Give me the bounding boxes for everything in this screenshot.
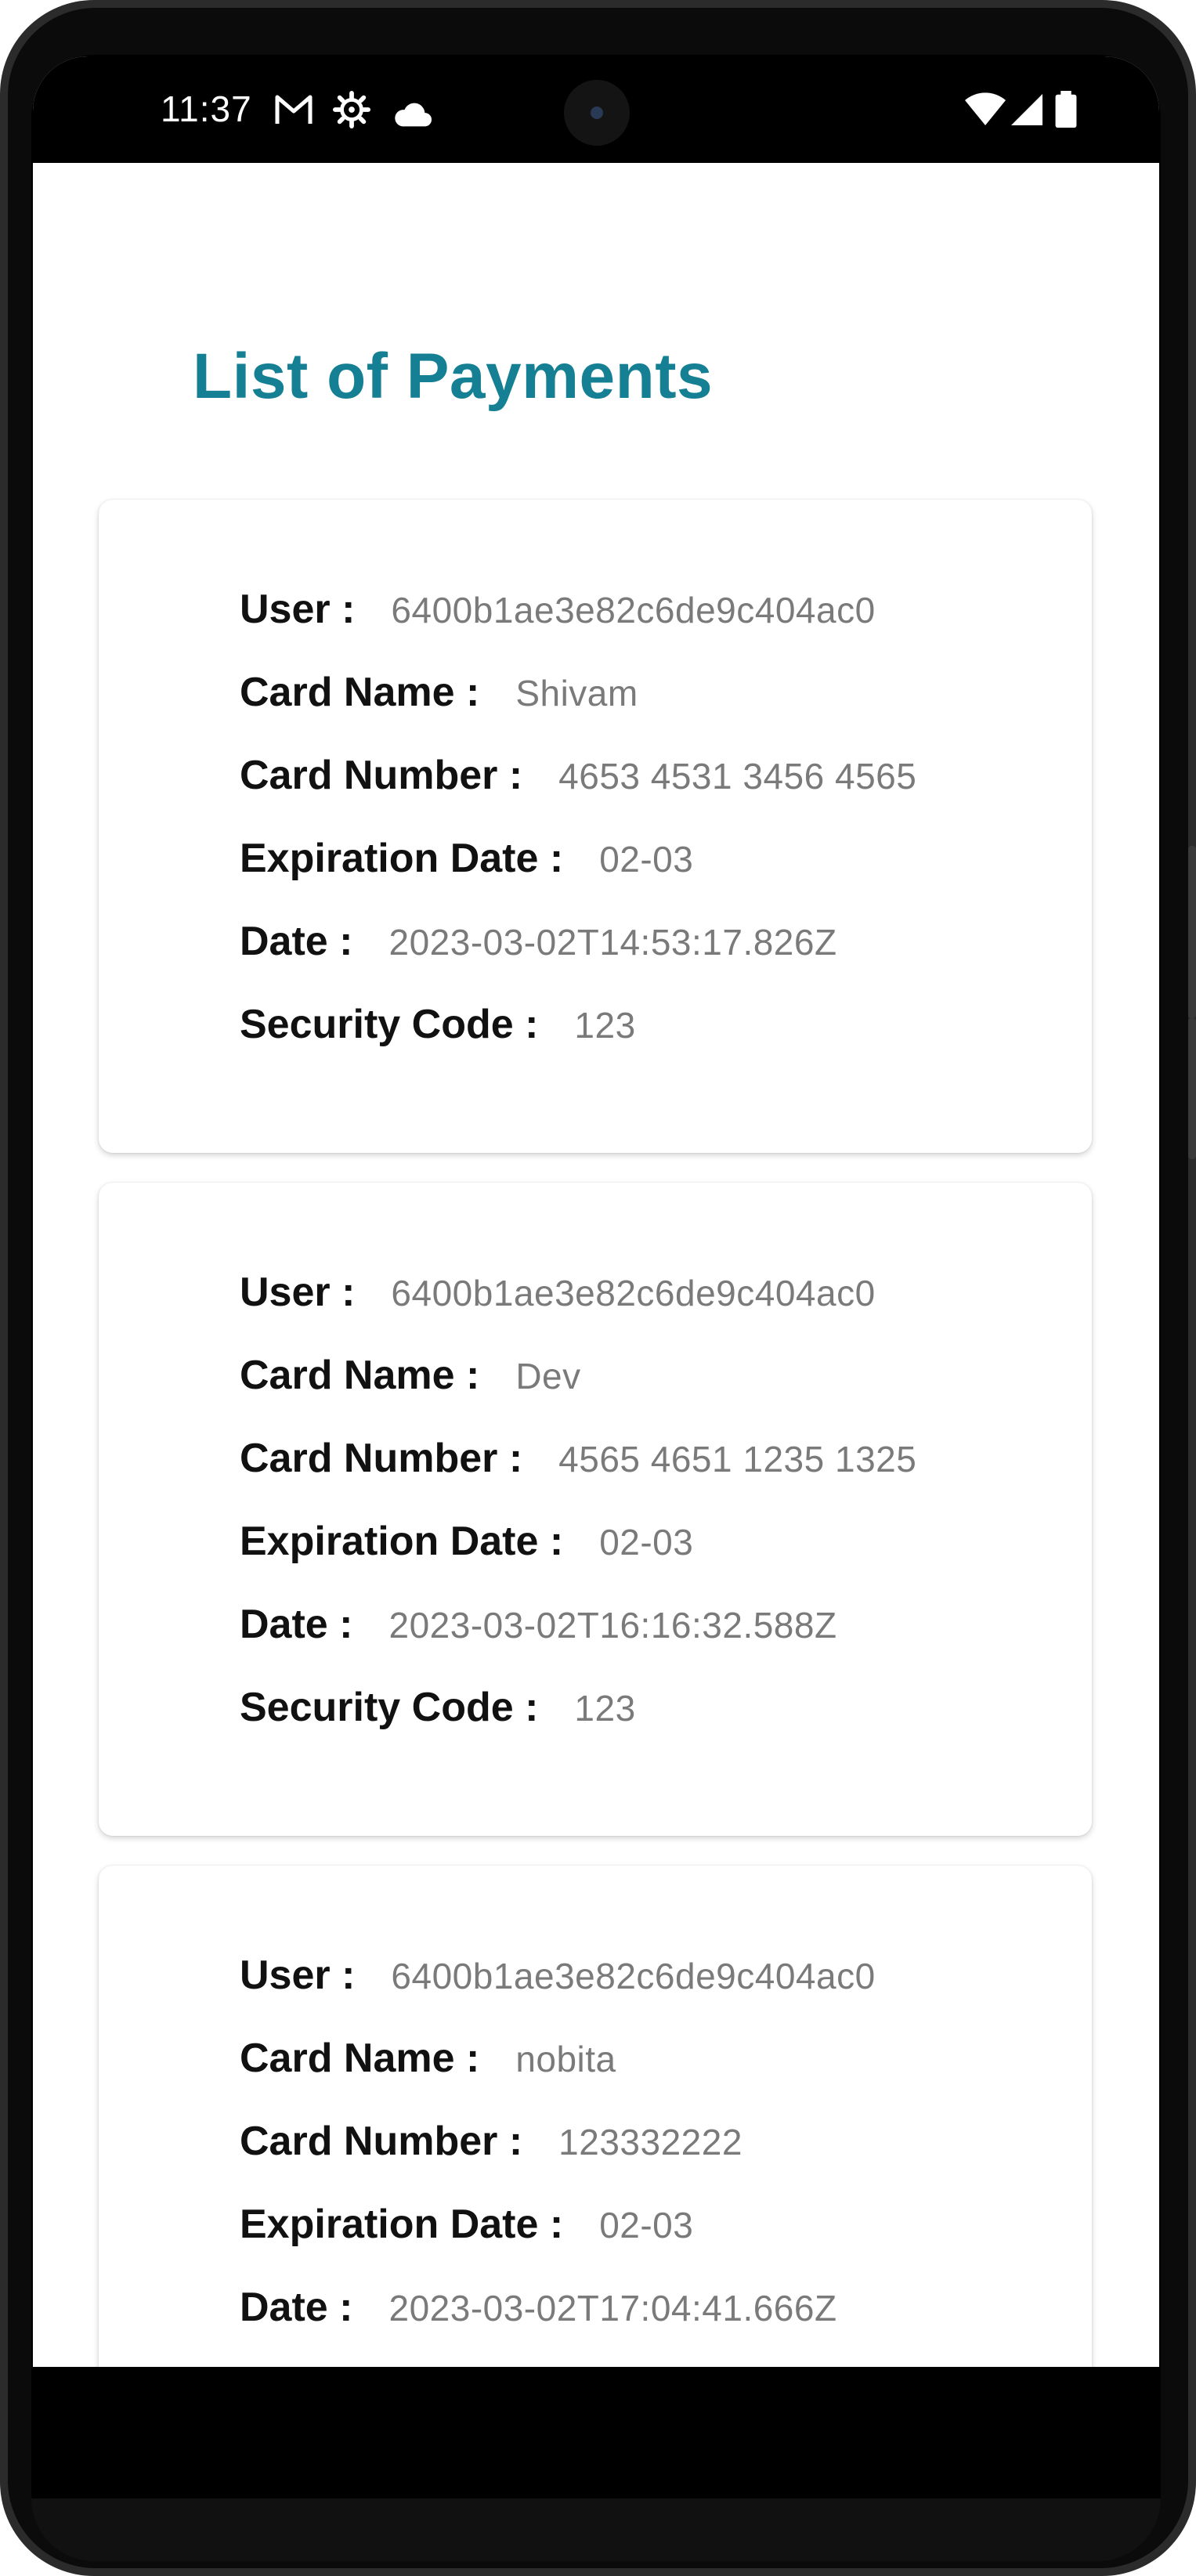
- card-number-label: Card Number :: [240, 2119, 523, 2164]
- date-row: Date : 2023-03-02T14:53:17.826Z: [240, 918, 837, 973]
- date-value: 2023-03-02T16:16:32.588Z: [388, 1605, 837, 1646]
- settings-gear-icon: [333, 91, 370, 128]
- phone-device: 11:37 List of Payments User: 6400b1ae3e…: [0, 0, 1196, 2576]
- expiration-date-value: 02-03: [599, 2205, 694, 2245]
- card-number-value: 4565 4651 1235 1325: [558, 1439, 917, 1479]
- card-number-value: 123332222: [558, 2122, 743, 2162]
- card-name-label: Card Name :: [240, 670, 480, 715]
- status-time: 11:37: [161, 89, 252, 129]
- security-code-value: 123: [574, 1005, 636, 1046]
- volume-button: [1188, 846, 1196, 1018]
- battery-icon: [1055, 91, 1077, 128]
- navigation-bar: [33, 2367, 1159, 2406]
- user-label: User :: [240, 1953, 356, 1998]
- phone-chin: [31, 2498, 1161, 2561]
- gmail-icon: [275, 95, 313, 124]
- expiration-date-row: Expiration Date : 02-03: [240, 1518, 693, 1573]
- payment-card: User : 6400b1ae3e82c6de9c404ac0 Card Nam…: [99, 1866, 1092, 2406]
- security-code-label: Security Code :: [240, 1685, 539, 1730]
- user-row: User : 6400b1ae3e82c6de9c404ac0: [240, 586, 876, 641]
- expiration-date-label: Expiration Date :: [240, 1519, 564, 1564]
- user-value: 6400b1ae3e82c6de9c404ac0: [391, 1273, 876, 1313]
- card-name-row: Card Name : Dev: [240, 1352, 581, 1407]
- card-name-label: Card Name :: [240, 1353, 480, 1398]
- date-row: Date : 2023-03-02T16:16:32.588Z: [240, 1601, 837, 1656]
- user-row: User : 6400b1ae3e82c6de9c404ac0: [240, 1269, 876, 1324]
- card-number-label: Card Number :: [240, 753, 523, 798]
- card-number-row: Card Number : 123332222: [240, 2118, 743, 2173]
- expiration-date-label: Expiration Date :: [240, 2202, 564, 2247]
- user-label: User :: [240, 1270, 356, 1315]
- expiration-date-row: Expiration Date : 02-03: [240, 2201, 693, 2256]
- user-label: User :: [240, 587, 356, 632]
- card-number-row: Card Number : 4653 4531 3456 4565: [240, 752, 916, 807]
- wifi-icon: [965, 92, 1006, 125]
- date-label: Date :: [240, 1602, 353, 1647]
- card-name-row: Card Name : Shivam: [240, 669, 638, 724]
- user-value: 6400b1ae3e82c6de9c404ac0: [391, 1956, 876, 1996]
- expiration-date-row: Expiration Date : 02-03: [240, 835, 693, 890]
- cloud-icon: [395, 103, 432, 127]
- card-number-row: Card Number : 4565 4651 1235 1325: [240, 1435, 916, 1490]
- security-code-row: Security Code : 123: [240, 1001, 636, 1056]
- date-row: Date : 2023-03-02T17:04:41.666Z: [240, 2284, 837, 2339]
- expiration-date-value: 02-03: [599, 839, 694, 880]
- security-code-row: Security Code : 123: [240, 1684, 636, 1739]
- status-bar: 11:37: [33, 56, 1159, 163]
- power-button: [1188, 1018, 1196, 1159]
- expiration-date-label: Expiration Date :: [240, 836, 564, 881]
- date-label: Date :: [240, 2285, 353, 2330]
- screen: 11:37 List of Payments User: 6400b1ae3e…: [33, 56, 1159, 2406]
- user-value: 6400b1ae3e82c6de9c404ac0: [391, 590, 876, 630]
- signal-icon: [1011, 94, 1042, 125]
- card-name-label: Card Name :: [240, 2036, 480, 2081]
- page-title: List of Payments: [193, 341, 714, 412]
- card-name-value: Dev: [515, 1356, 581, 1396]
- card-number-value: 4653 4531 3456 4565: [558, 756, 917, 797]
- content-area: List of Payments User : 6400b1ae3e82c6de…: [33, 163, 1159, 2406]
- date-label: Date :: [240, 919, 353, 964]
- payment-card: User : 6400b1ae3e82c6de9c404ac0 Card Nam…: [99, 500, 1092, 1153]
- card-number-label: Card Number :: [240, 1436, 523, 1481]
- card-name-value: Shivam: [515, 673, 638, 714]
- front-camera: [564, 80, 630, 146]
- card-name-value: nobita: [515, 2039, 616, 2079]
- date-value: 2023-03-02T14:53:17.826Z: [388, 922, 837, 963]
- user-row: User : 6400b1ae3e82c6de9c404ac0: [240, 1952, 876, 2007]
- expiration-date-value: 02-03: [599, 1522, 694, 1563]
- security-code-label: Security Code :: [240, 1002, 539, 1047]
- security-code-value: 123: [574, 1688, 636, 1729]
- date-value: 2023-03-02T17:04:41.666Z: [388, 2288, 837, 2329]
- card-name-row: Card Name : nobita: [240, 2035, 616, 2090]
- payment-card: User : 6400b1ae3e82c6de9c404ac0 Card Nam…: [99, 1183, 1092, 1836]
